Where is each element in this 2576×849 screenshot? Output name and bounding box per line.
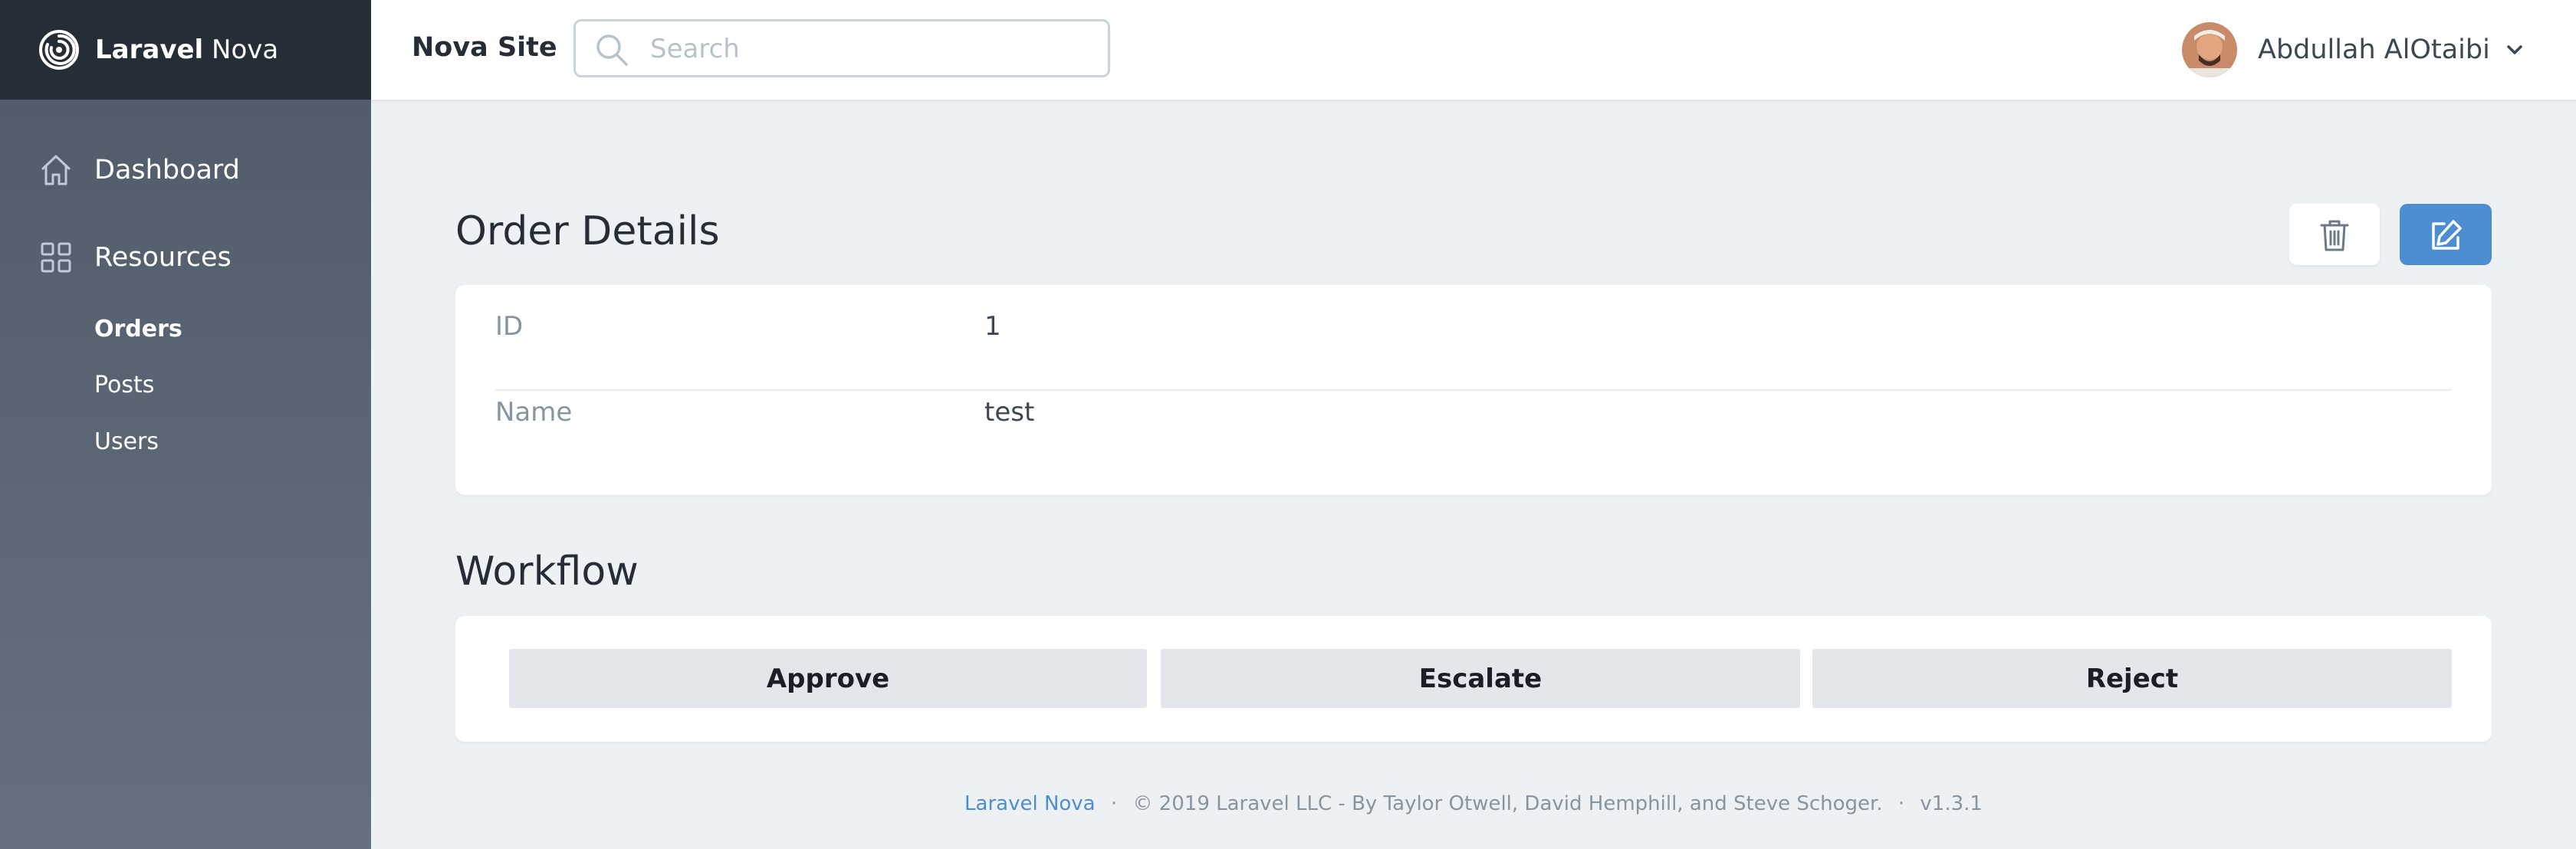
field-value: 1 — [984, 311, 1001, 342]
site-title: Nova Site — [412, 32, 557, 63]
footer-version: v1.3.1 — [1920, 792, 1983, 815]
sidebar-item-posts[interactable]: Posts — [94, 372, 154, 398]
detail-card: ID 1 Name test — [455, 285, 2492, 495]
user-menu[interactable]: Abdullah AlOtaibi — [2182, 20, 2525, 80]
footer-separator: · — [1110, 792, 1118, 815]
approve-button[interactable]: Approve — [509, 649, 1147, 708]
search-icon — [596, 34, 628, 66]
sidebar-item-orders[interactable]: Orders — [94, 316, 182, 343]
footer-copyright: © 2019 Laravel LLC - By Taylor Otwell, D… — [1132, 792, 1883, 815]
global-search[interactable] — [573, 19, 1110, 77]
edit-button[interactable] — [2400, 204, 2492, 265]
sidebar-item-label: Dashboard — [94, 155, 240, 185]
brand-bar[interactable]: Laravel Nova — [0, 0, 371, 100]
sidebar-item-label: Resources — [94, 242, 232, 273]
reject-button[interactable]: Reject — [1812, 649, 2452, 708]
sidebar: Laravel Nova Dashboard Resources Orders … — [0, 0, 371, 849]
trash-icon — [2320, 220, 2349, 251]
escalate-button[interactable]: Escalate — [1161, 649, 1800, 708]
search-input[interactable] — [649, 29, 1096, 69]
footer-link[interactable]: Laravel Nova — [964, 792, 1096, 815]
home-icon — [41, 155, 71, 185]
delete-button[interactable] — [2289, 204, 2380, 265]
detail-row-name: Name test — [495, 371, 2452, 455]
top-header: Nova Site Abdullah AlOtaibi — [371, 0, 2576, 100]
workflow-title: Workflow — [455, 549, 639, 595]
page-title: Order Details — [455, 208, 720, 254]
user-photo-icon — [2182, 22, 2237, 77]
sidebar-item-dashboard[interactable]: Dashboard — [0, 139, 371, 201]
footer: Laravel Nova · © 2019 Laravel LLC - By T… — [371, 792, 2576, 815]
edit-icon — [2432, 220, 2462, 250]
field-label: ID — [495, 311, 524, 342]
field-label: Name — [495, 397, 573, 428]
sidebar-item-users[interactable]: Users — [94, 428, 159, 455]
grid-icon — [41, 242, 71, 273]
sidebar-item-resources[interactable]: Resources — [0, 227, 371, 288]
field-value: test — [984, 397, 1035, 428]
laravel-nova-logo-icon — [39, 30, 79, 70]
footer-separator: · — [1898, 792, 1905, 815]
user-name: Abdullah AlOtaibi — [2258, 34, 2490, 65]
detail-row-id: ID 1 — [495, 285, 2452, 369]
brand-name: Laravel Nova — [95, 34, 279, 65]
chevron-down-icon — [2507, 45, 2522, 54]
avatar — [2182, 22, 2237, 77]
